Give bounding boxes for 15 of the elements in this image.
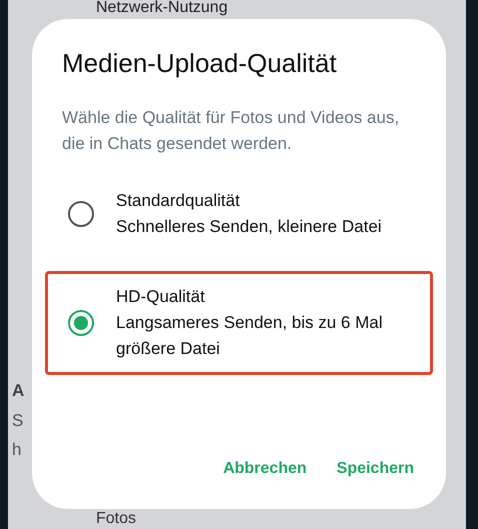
radio-button[interactable]	[68, 310, 94, 336]
radio-button[interactable]	[68, 201, 94, 227]
option-description: Schnelleres Senden, kleinere Datei	[116, 216, 382, 238]
option-description: Langsameres Senden, bis zu 6 Mal größere Datei	[116, 312, 384, 360]
quality-option[interactable]: Standardqualität Schnelleres Senden, kleinere Datei	[45, 175, 433, 253]
setting-text: S	[12, 410, 24, 432]
dialog-description: Wähle die Qualität für Fotos und Videos aus, die in Chats gesendet werden.	[62, 107, 400, 155]
setting-label: Fotos	[96, 511, 136, 527]
setting-text: A	[12, 380, 24, 402]
setting-text: h	[12, 439, 22, 461]
option-title: Standardqualität	[116, 190, 241, 212]
option-title: HD-Qualität	[116, 286, 206, 308]
section-title: Netzwerk-Nutzung	[96, 0, 228, 16]
quality-option[interactable]: HD-Qualität Langsameres Senden, bis zu 6 Mal größere Datei	[45, 271, 433, 375]
dialog-title: Medien-Upload-Qualität	[62, 47, 338, 79]
